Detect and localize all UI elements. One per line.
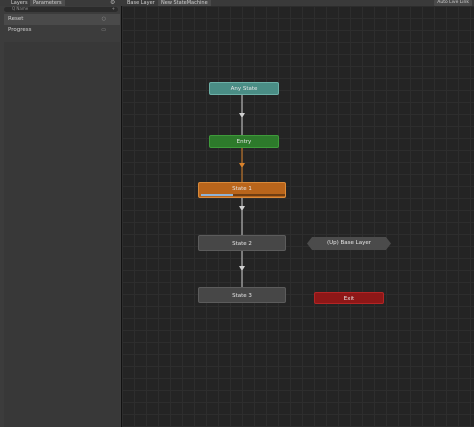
node-label: State 1 <box>232 186 252 192</box>
node-entry[interactable]: Entry <box>209 135 279 148</box>
param-label: Progress <box>8 27 32 33</box>
transition-state2-state3[interactable] <box>239 251 245 287</box>
param-progress[interactable]: Progress ▭ <box>4 25 120 36</box>
transition-state1-state2[interactable] <box>239 198 245 235</box>
transition-any-entry[interactable] <box>239 95 245 135</box>
node-state-2[interactable]: State 2 <box>198 235 286 251</box>
param-label: Reset <box>8 16 24 22</box>
trigger-icon[interactable]: ○ <box>102 14 106 25</box>
param-search-field[interactable]: Q Name + <box>4 6 118 12</box>
node-exit[interactable]: Exit <box>314 292 384 304</box>
node-state-3[interactable]: State 3 <box>198 287 286 303</box>
parameter-list: Reset ○ Progress ▭ <box>4 14 120 36</box>
parameters-panel: Q Name + Reset ○ Progress ▭ <box>0 6 122 427</box>
add-parameter-button[interactable]: + <box>112 6 115 11</box>
float-icon[interactable]: ▭ <box>101 25 106 36</box>
state-progress-bar <box>201 194 285 196</box>
transition-arrows <box>239 95 245 287</box>
node-up-base-layer[interactable]: (Up) Base Layer <box>307 237 391 250</box>
node-any-state[interactable]: Any State <box>209 82 279 95</box>
state-progress-fill <box>201 194 233 196</box>
animator-graph-canvas[interactable]: Any State Entry State 1 State 2 State 3 … <box>122 6 474 427</box>
search-placeholder: Q Name <box>12 6 29 11</box>
transition-entry-state1[interactable] <box>239 148 245 182</box>
node-state-1[interactable]: State 1 <box>198 182 286 198</box>
param-reset[interactable]: Reset ○ <box>4 14 120 25</box>
panel-body <box>4 42 120 427</box>
